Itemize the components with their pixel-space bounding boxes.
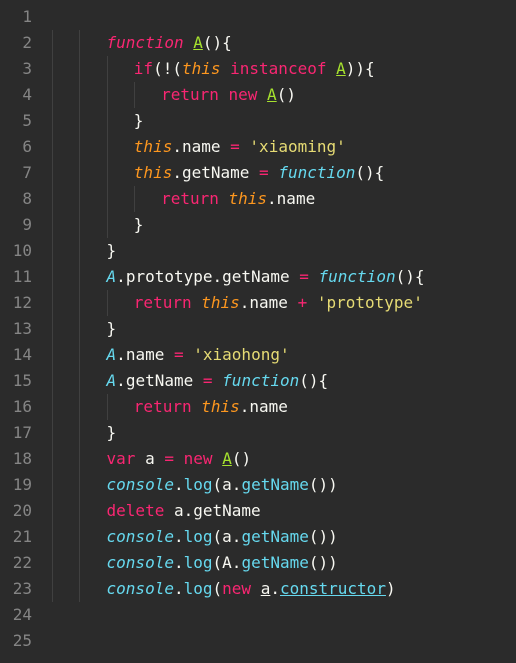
code-line: function A(){ <box>52 30 516 56</box>
line-number: 10 <box>0 238 32 264</box>
code-line: } <box>52 316 516 342</box>
line-number: 25 <box>0 628 32 654</box>
code-line: return this.name <box>52 394 516 420</box>
line-number: 11 <box>0 264 32 290</box>
line-number: 9 <box>0 212 32 238</box>
line-number: 1 <box>0 4 32 30</box>
gutter-line-numbers: 1234567891011121314151617181920212223242… <box>0 0 42 663</box>
line-number: 13 <box>0 316 32 342</box>
code-line: this.getName = function(){ <box>52 160 516 186</box>
line-number: 7 <box>0 160 32 186</box>
code-line: A.getName = function(){ <box>52 368 516 394</box>
line-number: 19 <box>0 472 32 498</box>
code-line: var a = new A() <box>52 446 516 472</box>
line-number: 4 <box>0 82 32 108</box>
line-number: 8 <box>0 186 32 212</box>
line-number: 18 <box>0 446 32 472</box>
code-line <box>52 602 516 628</box>
code-line: return this.name + 'prototype' <box>52 290 516 316</box>
code-area: function A(){ if(!(this instanceof A)){ … <box>42 0 516 663</box>
line-number: 23 <box>0 576 32 602</box>
line-number: 12 <box>0 290 32 316</box>
line-number: 15 <box>0 368 32 394</box>
line-number: 3 <box>0 56 32 82</box>
code-line: console.log(A.getName()) <box>52 550 516 576</box>
code-line: } <box>52 108 516 134</box>
code-line <box>52 4 516 30</box>
code-line: console.log(new a.constructor) <box>52 576 516 602</box>
line-number: 14 <box>0 342 32 368</box>
code-editor: 1234567891011121314151617181920212223242… <box>0 0 516 663</box>
code-line: } <box>52 238 516 264</box>
code-line <box>52 628 516 654</box>
code-line: console.log(a.getName()) <box>52 524 516 550</box>
line-number: 6 <box>0 134 32 160</box>
code-line: return new A() <box>52 82 516 108</box>
line-number: 16 <box>0 394 32 420</box>
code-line: delete a.getName <box>52 498 516 524</box>
line-number: 24 <box>0 602 32 628</box>
code-line: if(!(this instanceof A)){ <box>52 56 516 82</box>
code-line: console.log(a.getName()) <box>52 472 516 498</box>
line-number: 2 <box>0 30 32 56</box>
code-line: this.name = 'xiaoming' <box>52 134 516 160</box>
code-line: return this.name <box>52 186 516 212</box>
line-number: 21 <box>0 524 32 550</box>
line-number: 22 <box>0 550 32 576</box>
line-number: 5 <box>0 108 32 134</box>
code-line: } <box>52 212 516 238</box>
code-line: A.prototype.getName = function(){ <box>52 264 516 290</box>
code-line: } <box>52 420 516 446</box>
line-number: 17 <box>0 420 32 446</box>
line-number: 20 <box>0 498 32 524</box>
code-line: A.name = 'xiaohong' <box>52 342 516 368</box>
